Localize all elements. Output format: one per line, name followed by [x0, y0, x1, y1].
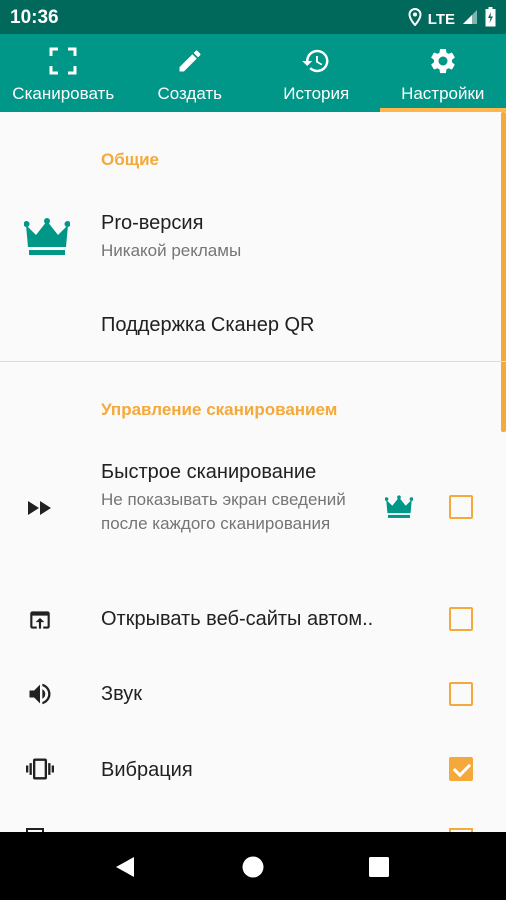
- tab-create[interactable]: Создать: [127, 34, 254, 112]
- history-icon: [301, 46, 331, 76]
- sound-checkbox[interactable]: [449, 682, 473, 706]
- tab-settings[interactable]: Настройки: [379, 34, 506, 112]
- navigation-bar: [0, 832, 506, 900]
- open-websites-title: Открывать веб-сайты автом..: [101, 608, 374, 630]
- vibration-title: Вибрация: [101, 759, 193, 781]
- tab-history-label: История: [283, 84, 350, 103]
- volume-icon: [22, 676, 58, 712]
- fast-forward-icon: [22, 490, 58, 526]
- crown-icon: [384, 494, 414, 525]
- location-icon: [408, 7, 422, 31]
- battery-icon: [485, 7, 496, 32]
- settings-list[interactable]: Общие Pro-версия Никакой рекламы Поддерж…: [0, 112, 506, 832]
- tab-scan-label: Сканировать: [12, 84, 115, 103]
- tab-create-label: Создать: [157, 84, 223, 103]
- recents-icon[interactable]: [362, 850, 396, 884]
- fast-scan-subtitle: Не показывать экран сведений после каждо…: [101, 490, 346, 533]
- home-icon[interactable]: [236, 850, 270, 884]
- tab-scan[interactable]: Сканировать: [0, 34, 127, 112]
- status-time: 10:36: [10, 7, 59, 28]
- pro-version-subtitle: Никакой рекламы: [101, 241, 242, 260]
- section-divider: [0, 361, 506, 362]
- crown-icon: [24, 216, 70, 258]
- section-header-scan-control: Управление сканированием: [101, 400, 338, 419]
- status-bar: 10:36 LTE: [0, 0, 506, 34]
- fast-scan-checkbox[interactable]: [449, 495, 473, 519]
- sound-title: Звук: [101, 683, 143, 705]
- tab-settings-label: Настройки: [401, 84, 485, 103]
- back-icon[interactable]: [108, 850, 142, 884]
- vibration-icon: [22, 751, 58, 787]
- pencil-icon: [176, 46, 204, 76]
- gear-icon: [428, 46, 458, 76]
- scrollbar[interactable]: [501, 112, 506, 432]
- open-in-browser-icon: [22, 602, 58, 638]
- tab-history[interactable]: История: [253, 34, 380, 112]
- fast-scan-title: Быстрое сканирование: [101, 461, 317, 483]
- pro-version-title: Pro-версия: [101, 212, 204, 234]
- scan-icon: [49, 46, 77, 76]
- open-websites-checkbox[interactable]: [449, 607, 473, 631]
- section-header-general: Общие: [101, 150, 159, 169]
- signal-icon: [461, 8, 479, 31]
- tab-bar: Сканировать Создать История Настройки: [0, 34, 506, 112]
- support-title: Поддержка Сканер QR: [101, 314, 315, 336]
- status-icons: LTE: [408, 7, 496, 32]
- network-type: LTE: [427, 11, 455, 28]
- vibration-checkbox[interactable]: [449, 757, 473, 781]
